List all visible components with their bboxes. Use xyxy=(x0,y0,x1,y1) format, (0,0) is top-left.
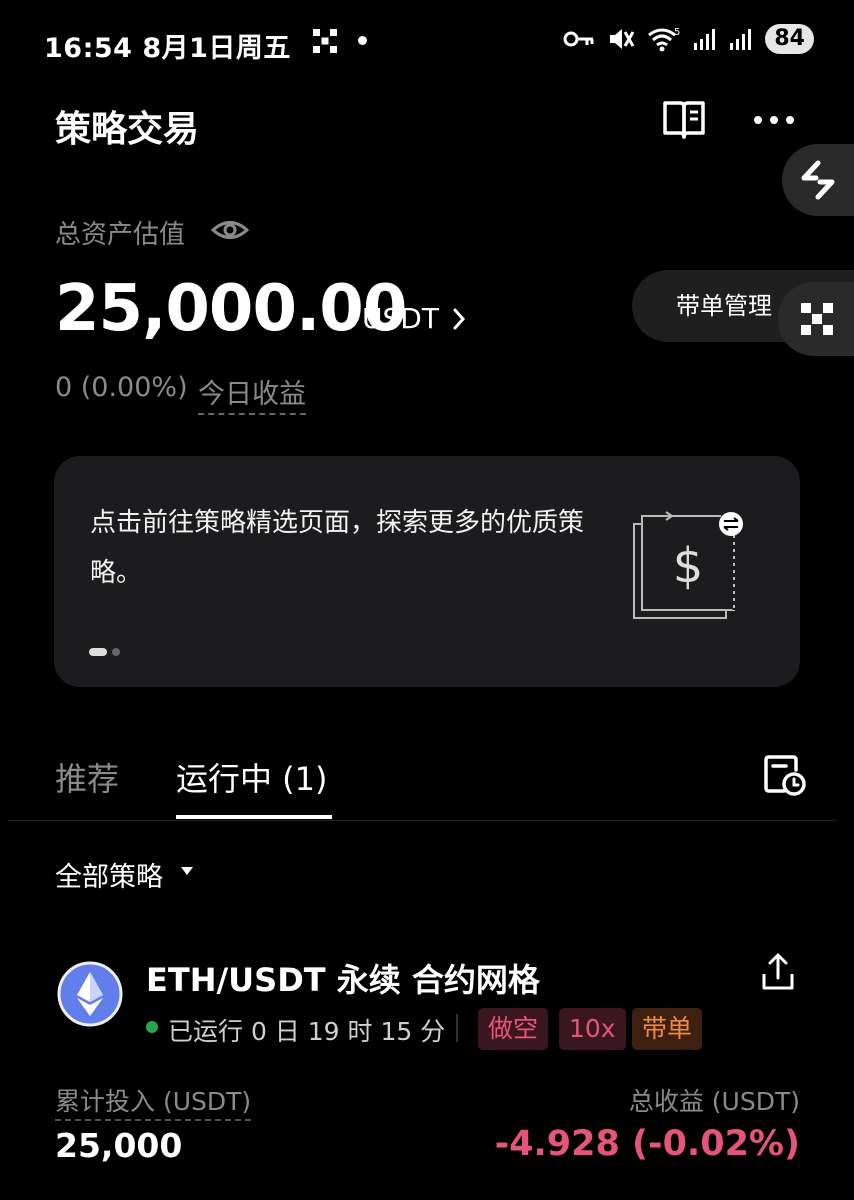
tabs-divider xyxy=(8,820,836,821)
banner-text: 点击前往策略精选页面，探索更多的优质策略。 xyxy=(90,508,585,588)
eth-icon xyxy=(57,961,123,1027)
running-status-dot xyxy=(146,1021,158,1033)
total-asset-value: 25,000.00 xyxy=(55,272,407,346)
tag-leverage: 10x xyxy=(559,1008,626,1050)
runtime-divider xyxy=(456,1014,458,1042)
invest-value: 25,000 xyxy=(55,1126,183,1165)
guide-book-icon[interactable] xyxy=(660,97,708,141)
tag-direction: 做空 xyxy=(478,1008,549,1050)
switch-icon xyxy=(801,160,835,200)
tab-active-indicator xyxy=(176,815,332,819)
more-icon[interactable] xyxy=(750,100,798,140)
strategy-filter-dropdown[interactable]: 全部策略 xyxy=(55,855,163,894)
carousel-dot-active[interactable] xyxy=(89,648,107,656)
floating-switch-button[interactable] xyxy=(782,144,854,216)
today-pnl-value: 0 (0.00%) xyxy=(55,372,188,403)
caret-down-icon[interactable] xyxy=(180,866,194,876)
tag-copy-trade: 带单 xyxy=(632,1008,703,1050)
chevron-right-icon[interactable] xyxy=(450,306,468,332)
eye-icon[interactable] xyxy=(210,212,250,248)
svg-text:5: 5 xyxy=(674,27,680,38)
page-title: 策略交易 xyxy=(55,109,200,150)
okx-floating-button[interactable] xyxy=(778,282,854,356)
strategy-dollar-icon: $ xyxy=(633,511,743,619)
mute-icon xyxy=(610,29,635,49)
svg-text:$: $ xyxy=(673,538,704,594)
signal-icon xyxy=(694,29,716,50)
wifi-icon: 5 xyxy=(648,27,681,52)
strategy-title[interactable]: ETH/USDT 永续 合约网格 xyxy=(146,955,540,1001)
profit-value: -4.928 (-0.02%) xyxy=(494,1124,800,1164)
carousel-dot[interactable] xyxy=(112,648,120,656)
okx-logo-icon xyxy=(313,29,337,53)
total-asset-label: 总资产估值 xyxy=(55,220,186,250)
share-icon[interactable] xyxy=(758,952,798,992)
profit-label: 总收益 (USDT) xyxy=(628,1087,800,1116)
today-pnl-label[interactable]: 今日收益 xyxy=(198,372,306,415)
key-icon xyxy=(563,31,594,47)
tab-running[interactable]: 运行中 (1) xyxy=(176,754,328,800)
okx-logo-icon xyxy=(801,303,833,335)
strategy-runtime: 已运行 0 日 19 时 15 分 xyxy=(168,1017,446,1046)
asset-unit-link[interactable]: USDT xyxy=(362,302,439,335)
history-icon[interactable] xyxy=(760,750,808,798)
tab-recommend[interactable]: 推荐 xyxy=(55,754,119,800)
signal-icon xyxy=(730,29,752,50)
invest-label[interactable]: 累计投入 (USDT) xyxy=(55,1082,252,1121)
status-icons: 5 84 xyxy=(563,24,814,54)
battery-level: 84 xyxy=(765,24,814,54)
dot-icon xyxy=(358,36,367,45)
status-time: 16:54 8月1日周五 xyxy=(44,33,291,64)
